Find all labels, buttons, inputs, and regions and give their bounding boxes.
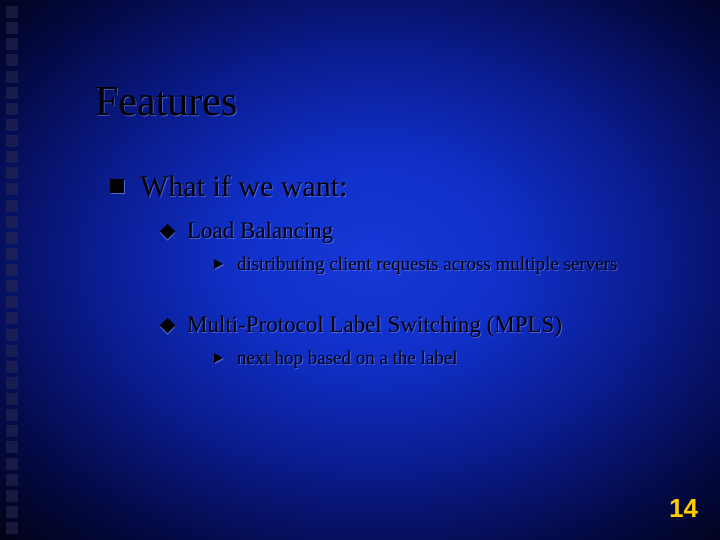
bullet-text: Load Balancing [187, 218, 333, 244]
triangle-bullet-icon [214, 353, 223, 363]
page-number: 14 [669, 493, 698, 524]
triangle-bullet-icon [214, 259, 223, 269]
bullet-text: distributing client requests across mult… [237, 254, 617, 276]
bullet-text: What if we want: [140, 170, 347, 204]
bullet-text: next hop based on a the label [237, 348, 458, 370]
slide-content: What if we want: Load Balancing distribu… [110, 170, 680, 388]
bullet-level-3: distributing client requests across mult… [214, 254, 680, 276]
square-bullet-icon [110, 179, 124, 193]
decorative-strip [6, 6, 22, 534]
bullet-level-3: next hop based on a the label [214, 348, 680, 370]
bullet-level-1: What if we want: [110, 170, 680, 204]
diamond-bullet-icon [160, 318, 176, 334]
bullet-level-2: Load Balancing [162, 218, 680, 244]
slide-title: Features [95, 78, 237, 126]
bullet-text: Multi-Protocol Label Switching (MPLS) [187, 312, 562, 338]
diamond-bullet-icon [160, 224, 176, 240]
bullet-level-2: Multi-Protocol Label Switching (MPLS) [162, 312, 680, 338]
slide: Features What if we want: Load Balancing… [0, 0, 720, 540]
